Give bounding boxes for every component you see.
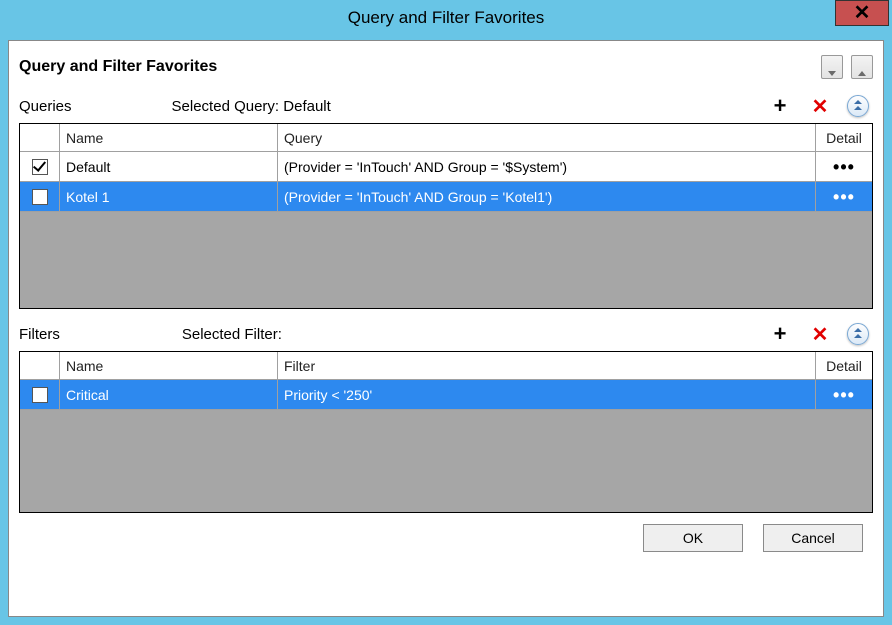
collapse-queries-button[interactable] [847,95,869,117]
filters-tools: + ✕ [767,321,869,347]
filters-grid-header: Name Filter Detail [20,352,872,380]
queries-header-query[interactable]: Query [278,124,816,151]
chevron-up-icon [854,100,862,104]
query-row-detail-cell: ••• [816,182,872,211]
import-favorites-icon[interactable] [821,55,843,79]
queries-section-header: Queries Selected Query: Default + ✕ [19,91,873,121]
delete-filter-button[interactable]: ✕ [807,321,833,347]
filter-row-filter[interactable]: Priority < '250' [278,380,816,409]
window-title: Query and Filter Favorites [0,8,892,28]
filter-row-name[interactable]: Critical [60,380,278,409]
filters-selected-label: Selected Filter: [182,326,282,343]
chevron-up-icon [854,334,862,338]
filters-labels: Filters Selected Filter: [19,326,282,343]
filters-header-name[interactable]: Name [60,352,278,379]
close-icon: ✕ [854,3,871,23]
query-row-checkbox[interactable] [32,159,48,175]
filters-selected-prefix: Selected Filter: [182,326,282,343]
add-filter-button[interactable]: + [767,321,793,347]
queries-grid-header: Name Query Detail [20,124,872,152]
query-row-checkbox-cell [20,152,60,181]
filters-header-check[interactable] [20,352,60,379]
delete-query-button[interactable]: ✕ [807,93,833,119]
chevron-up-icon [854,328,862,332]
queries-selected-prefix: Selected Query: [172,98,280,115]
query-row-checkbox-cell [20,182,60,211]
heading-icons [821,55,873,79]
filters-grid: Name Filter Detail Critical Priority < '… [19,351,873,513]
query-row-name[interactable]: Default [60,152,278,181]
queries-header-check[interactable] [20,124,60,151]
collapse-filters-button[interactable] [847,323,869,345]
chevron-up-icon [854,106,862,110]
query-row-query[interactable]: (Provider = 'InTouch' AND Group = 'Kotel… [278,182,816,211]
queries-tools: + ✕ [767,93,869,119]
filter-row-checkbox[interactable] [32,387,48,403]
query-row-detail-cell: ••• [816,152,872,181]
filter-row-detail-cell: ••• [816,380,872,409]
filters-header-filter[interactable]: Filter [278,352,816,379]
filters-label: Filters [19,326,60,343]
window-chrome: Query and Filter Favorites ✕ Query and F… [0,0,892,625]
queries-grid: Name Query Detail Default (Provider = 'I… [19,123,873,309]
queries-row[interactable]: Default (Provider = 'InTouch' AND Group … [20,152,872,182]
queries-selected-value: Default [283,98,331,115]
filters-row[interactable]: Critical Priority < '250' ••• [20,380,872,410]
queries-grid-filler [20,212,872,308]
close-button[interactable]: ✕ [835,0,889,26]
ok-button[interactable]: OK [643,524,743,552]
filters-section-header: Filters Selected Filter: + ✕ [19,319,873,349]
query-row-name[interactable]: Kotel 1 [60,182,278,211]
queries-labels: Queries Selected Query: Default [19,98,331,115]
dialog-button-row: OK Cancel [19,513,873,563]
queries-label: Queries [19,98,72,115]
filters-header-detail[interactable]: Detail [816,352,872,379]
client-area: Query and Filter Favorites Queries Selec… [8,40,884,617]
titlebar: Query and Filter Favorites ✕ [0,0,892,36]
queries-row[interactable]: Kotel 1 (Provider = 'InTouch' AND Group … [20,182,872,212]
queries-header-detail[interactable]: Detail [816,124,872,151]
queries-selected-label: Selected Query: Default [172,98,331,115]
panel-heading-row: Query and Filter Favorites [19,49,873,85]
filters-grid-filler [20,410,872,512]
queries-header-name[interactable]: Name [60,124,278,151]
query-row-query[interactable]: (Provider = 'InTouch' AND Group = '$Syst… [278,152,816,181]
export-favorites-icon[interactable] [851,55,873,79]
panel-heading: Query and Filter Favorites [19,58,217,76]
query-row-checkbox[interactable] [32,189,48,205]
filter-row-checkbox-cell [20,380,60,409]
cancel-button[interactable]: Cancel [763,524,863,552]
add-query-button[interactable]: + [767,93,793,119]
